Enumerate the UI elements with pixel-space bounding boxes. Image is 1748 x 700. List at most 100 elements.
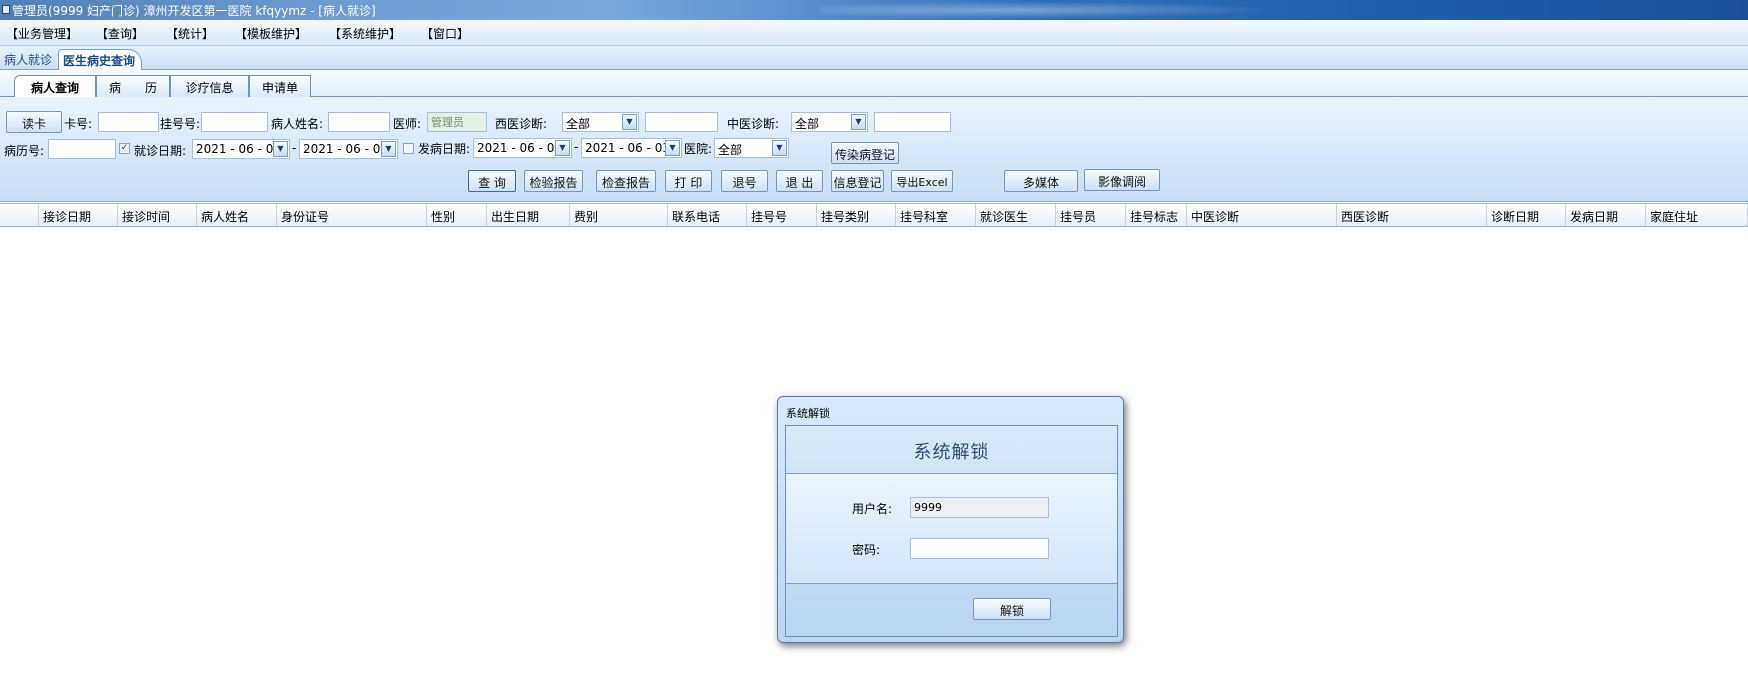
visit-date-label: 就诊日期: <box>134 144 187 158</box>
dialog-body: 用户名: 密码: <box>786 474 1117 584</box>
record-no-label: 病历号: <box>4 144 45 158</box>
unlock-button[interactable]: 解锁 <box>973 598 1051 620</box>
onset-date-checkbox[interactable] <box>403 143 414 154</box>
reg-no-input[interactable] <box>201 112 268 132</box>
infectious-disease-register-button[interactable]: 传染病登记 <box>831 142 899 164</box>
hospital-selected: 全部 <box>718 143 743 157</box>
chevron-down-icon[interactable]: ▼ <box>622 114 637 130</box>
password-field[interactable] <box>910 538 1049 559</box>
column-header[interactable]: 病人姓名 <box>197 204 277 226</box>
tcm-diagnosis-selected: 全部 <box>795 117 820 131</box>
username-field[interactable] <box>910 497 1049 518</box>
column-header[interactable]: 家庭住址 <box>1646 204 1748 226</box>
column-header[interactable]: 联系电话 <box>668 204 747 226</box>
tab-patient-query[interactable]: 病人查询 <box>14 75 96 97</box>
column-header[interactable]: 性别 <box>427 204 487 226</box>
visit-date-from-value: 2021 - 06 - 03 <box>196 142 281 156</box>
column-header[interactable]: 挂号标志 <box>1126 204 1187 226</box>
row-indicator-column <box>0 204 39 226</box>
multimedia-button[interactable]: 多媒体 <box>1004 170 1078 192</box>
column-header[interactable]: 出生日期 <box>487 204 570 226</box>
column-header[interactable]: 挂号科室 <box>896 204 976 226</box>
image-review-button[interactable]: 影像调阅 <box>1084 169 1160 191</box>
tab-request-form[interactable]: 申请单 <box>249 75 311 97</box>
title-bar-background <box>820 0 1320 20</box>
lab-report-button[interactable]: 检验报告 <box>524 170 583 192</box>
dialog-footer: 解锁 <box>786 585 1117 636</box>
card-no-input[interactable] <box>98 112 159 132</box>
system-unlock-dialog: 系统解锁 系统解锁 用户名: 密码: 解锁 <box>777 396 1124 643</box>
calendar-dropdown-icon[interactable]: ▼ <box>381 141 396 157</box>
info-register-button[interactable]: 信息登记 <box>831 170 884 192</box>
column-header[interactable]: 中医诊断 <box>1187 204 1337 226</box>
column-header[interactable]: 挂号员 <box>1056 204 1126 226</box>
patient-name-input[interactable] <box>328 112 390 132</box>
onset-date-to[interactable]: 2021 - 06 - 03 ▼ <box>581 138 682 158</box>
tab-medical-record[interactable]: 病 历 <box>96 75 170 97</box>
menu-statistics[interactable]: 【统计】 <box>166 25 214 42</box>
menu-query[interactable]: 【查询】 <box>96 25 144 42</box>
column-header[interactable]: 接诊日期 <box>39 204 118 226</box>
column-header[interactable]: 挂号类别 <box>817 204 896 226</box>
tcm-diagnosis-input[interactable] <box>874 112 951 132</box>
reg-no-label: 挂号号: <box>160 117 201 131</box>
onset-date-label: 发病日期: <box>418 142 471 156</box>
doc-tab-patient-visit[interactable]: 病人就诊 <box>0 49 56 70</box>
chevron-down-icon[interactable]: ▼ <box>772 140 787 156</box>
hospital-select[interactable]: 全部 ▼ <box>714 138 789 158</box>
column-header[interactable]: 就诊医生 <box>976 204 1056 226</box>
tcm-diagnosis-select[interactable]: 全部 ▼ <box>791 112 868 132</box>
doctor-field <box>427 112 487 132</box>
exam-report-button[interactable]: 检查报告 <box>596 170 656 192</box>
dialog-content: 系统解锁 用户名: 密码: 解锁 <box>785 425 1118 637</box>
read-card-button[interactable]: 读卡 <box>6 111 62 133</box>
window-title: 管理员(9999 妇产门诊) 漳州开发区第一医院 kfqyymz - [病人就诊… <box>12 4 376 18</box>
column-header[interactable]: 诊断日期 <box>1487 204 1566 226</box>
menu-window[interactable]: 【窗口】 <box>421 25 469 42</box>
exit-button[interactable]: 退 出 <box>776 170 823 192</box>
western-diagnosis-label: 西医诊断: <box>495 117 548 131</box>
username-label: 用户名: <box>852 502 893 516</box>
calendar-dropdown-icon[interactable]: ▼ <box>555 140 570 156</box>
results-grid-header: 接诊日期 接诊时间 病人姓名 身份证号 性别 出生日期 费别 联系电话 挂号号 … <box>0 203 1748 227</box>
query-button[interactable]: 查 询 <box>468 170 516 192</box>
doctor-label: 医师: <box>393 117 422 131</box>
visit-date-checkbox[interactable]: ✓ <box>119 143 130 154</box>
tab-treatment-info[interactable]: 诊疗信息 <box>170 75 249 97</box>
column-header[interactable]: 接诊时间 <box>118 204 197 226</box>
menu-template[interactable]: 【模板维护】 <box>235 25 307 42</box>
visit-date-from[interactable]: 2021 - 06 - 03 ▼ <box>192 139 290 159</box>
sub-tabs: 病人查询 病 历 诊疗信息 申请单 <box>0 70 1748 97</box>
column-header[interactable]: 身份证号 <box>277 204 427 226</box>
chevron-down-icon[interactable]: ▼ <box>851 114 866 130</box>
export-excel-button[interactable]: 导出Excel <box>891 170 953 192</box>
onset-date-from[interactable]: 2021 - 06 - 03 ▼ <box>473 138 572 158</box>
dialog-caption: 系统解锁 <box>786 407 830 420</box>
card-no-label: 卡号: <box>64 117 93 131</box>
column-header[interactable]: 西医诊断 <box>1337 204 1487 226</box>
hospital-label: 医院: <box>684 142 713 156</box>
patient-name-label: 病人姓名: <box>271 117 324 131</box>
dialog-header: 系统解锁 <box>786 426 1117 474</box>
visit-date-to[interactable]: 2021 - 06 - 03 ▼ <box>299 139 398 159</box>
onset-date-from-value: 2021 - 06 - 03 <box>477 141 562 155</box>
western-diagnosis-select[interactable]: 全部 ▼ <box>562 112 639 132</box>
cancel-registration-button[interactable]: 退号 <box>721 170 768 192</box>
column-header[interactable]: 费别 <box>570 204 668 226</box>
menu-bar: 【业务管理】 【查询】 【统计】 【模板维护】 【系统维护】 【窗口】 <box>0 20 1748 46</box>
password-label: 密码: <box>852 543 881 557</box>
print-button[interactable]: 打 印 <box>665 170 712 192</box>
western-diagnosis-input[interactable] <box>645 112 718 132</box>
menu-business[interactable]: 【业务管理】 <box>6 25 78 42</box>
calendar-dropdown-icon[interactable]: ▼ <box>273 141 288 157</box>
doc-tab-doctor-history[interactable]: 医生病史查询 <box>58 49 142 70</box>
column-header[interactable]: 挂号号 <box>747 204 817 226</box>
western-diagnosis-selected: 全部 <box>566 117 591 131</box>
calendar-dropdown-icon[interactable]: ▼ <box>665 140 680 156</box>
menu-system[interactable]: 【系统维护】 <box>329 25 401 42</box>
date-range-separator: - <box>574 140 579 154</box>
column-header[interactable]: 发病日期 <box>1566 204 1646 226</box>
app-icon[interactable] <box>2 5 10 14</box>
date-range-separator: - <box>292 141 297 155</box>
record-no-input[interactable] <box>48 139 116 159</box>
